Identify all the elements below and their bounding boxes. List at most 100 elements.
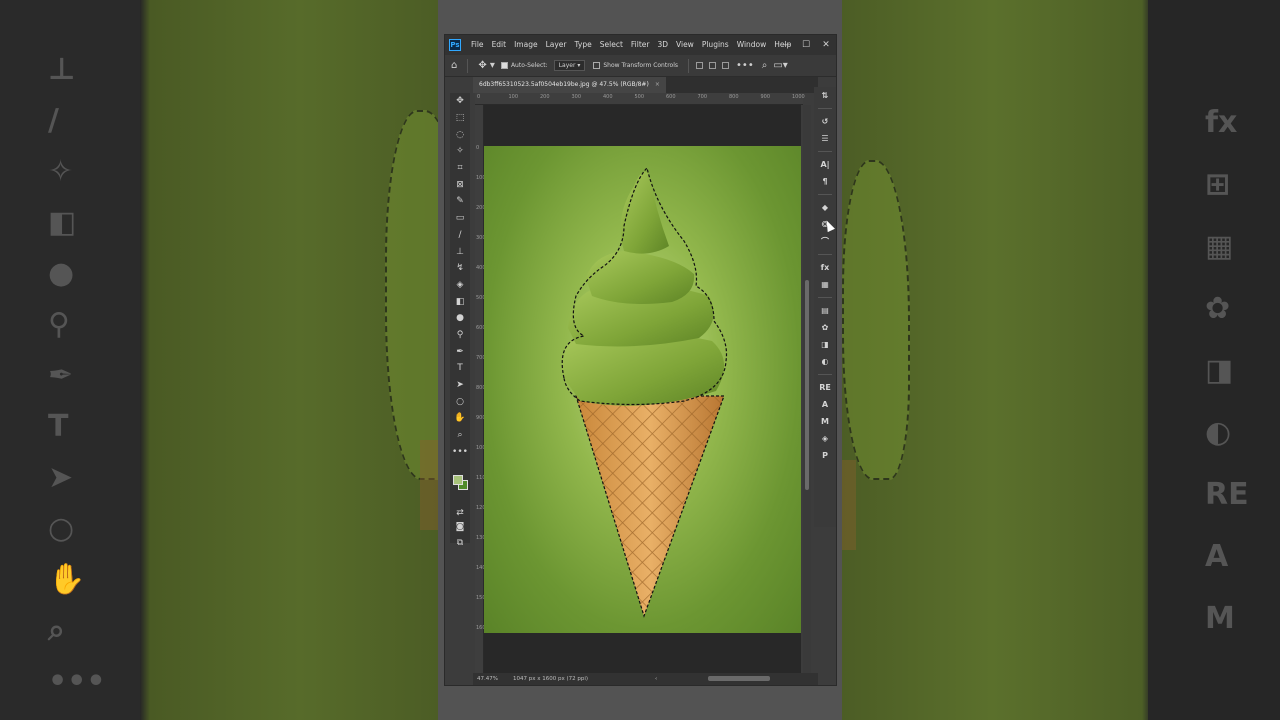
backdrop-cone-left [420,440,438,530]
path-selection-tool-icon[interactable]: ➤ [450,377,470,394]
ice-cream-illustration [561,166,728,618]
status-menu-arrow-icon[interactable]: ‹ [655,676,657,682]
auto-select-checkbox[interactable]: Auto-Select: [500,62,548,69]
home-icon[interactable]: ⌂ [451,60,457,71]
a-plugin-icon[interactable]: A [814,396,836,413]
align-center-icon[interactable] [709,62,717,69]
show-transform-controls-checkbox[interactable]: Show Transform Controls [593,62,678,69]
menu-file[interactable]: File [467,35,488,55]
show-transform-label: Show Transform Controls [603,62,679,69]
brush-tool-icon[interactable]: ∕ [450,227,470,244]
backdrop-icon: ◨ [1205,353,1234,388]
healing-brush-tool-icon[interactable]: ▭ [450,210,470,227]
backdrop-icon: A [1205,539,1229,574]
re-plugin-icon[interactable]: RE [814,379,836,396]
blur-tool-icon[interactable]: ● [450,310,470,327]
zoom-tool-icon[interactable]: ⌕ [450,427,470,444]
backdrop-icon: ◧ [48,205,77,240]
zoom-level[interactable]: 47.47% [473,676,513,682]
move-tool-icon[interactable]: ✥ [450,93,470,110]
options-divider [688,58,690,73]
menu-3d[interactable]: 3D [653,35,672,55]
adjustments-panel-icon[interactable]: ☰ [814,130,836,147]
backdrop-icon: RE [1205,477,1249,512]
backdrop-icecream-right [842,160,910,480]
color-panel-icon[interactable]: ✿ [814,319,836,336]
move-tool-preset-icon[interactable]: ✥ ▾ [478,60,495,71]
type-tool-icon[interactable]: T [450,360,470,377]
menu-view[interactable]: View [672,35,698,55]
more-tools-icon[interactable]: ••• [450,443,470,460]
ellipse-tool-icon[interactable]: ○ [450,393,470,410]
canvas-area[interactable] [484,105,801,673]
show-transform-check-icon [593,62,601,69]
maximize-button[interactable]: ☐ [796,35,816,55]
ruler-tick-label: 200 [540,94,550,100]
close-tab-icon[interactable]: × [655,81,660,88]
clone-stamp-tool-icon[interactable]: ⊥ [450,243,470,260]
lasso-tool-icon[interactable]: ◌ [450,126,470,143]
horizontal-scroll-thumb[interactable] [708,676,770,681]
crop-tool-icon[interactable]: ⌗ [450,160,470,177]
menu-image[interactable]: Image [510,35,542,55]
m-plugin-icon[interactable]: M [814,413,836,430]
layers-stack-panel-icon[interactable]: ◈ [814,430,836,447]
marquee-tool-icon[interactable]: ⬚ [450,110,470,127]
backdrop-icon: ✧ [48,154,74,189]
hand-tool-icon[interactable]: ✋ [450,410,470,427]
swatches-panel-icon[interactable]: ▦ [814,276,836,293]
patterns-panel-icon[interactable]: ◐ [814,353,836,370]
close-button[interactable]: ✕ [816,35,836,55]
ruler-tick-label: 600 [666,94,676,100]
document-tab-title: 6db3ff65310523.5af0504eb19be.jpg @ 47.5%… [479,81,649,88]
align-right-icon[interactable] [722,62,730,69]
eyedropper-tool-icon[interactable]: ✎ [450,193,470,210]
foreground-color-swatch[interactable] [453,475,463,485]
magic-wand-tool-icon[interactable]: ✧ [450,143,470,160]
character-panel-icon[interactable]: A| [814,156,836,173]
gradients-panel-icon[interactable]: ◨ [814,336,836,353]
more-options-icon[interactable]: ••• [736,60,754,71]
backdrop-icon: ● [48,256,75,291]
menu-window[interactable]: Window [733,35,771,55]
menu-layer[interactable]: Layer [542,35,571,55]
history-brush-tool-icon[interactable]: ↯ [450,260,470,277]
dodge-tool-icon[interactable]: ⚲ [450,327,470,344]
history-panel-icon[interactable]: ↺ [814,113,836,130]
paragraph-panel-icon[interactable]: ¶ [814,173,836,190]
document-tab[interactable]: 6db3ff65310523.5af0504eb19be.jpg @ 47.5%… [473,77,666,93]
horizontal-ruler: 0 100 200 300 400 500 600 700 800 900 1000 [475,93,805,105]
workspace-icon[interactable]: ▭▾ [773,60,787,71]
menu-edit[interactable]: Edit [488,35,511,55]
eraser-tool-icon[interactable]: ◈ [450,277,470,294]
panel-divider [818,194,832,195]
options-divider [467,58,469,73]
styles-panel-icon[interactable]: fx [814,259,836,276]
backdrop-icon: fx [1205,105,1238,140]
menu-filter[interactable]: Filter [627,35,654,55]
layers-panel-icon[interactable]: ◆ [814,199,836,216]
libraries-panel-icon[interactable]: ▤ [814,302,836,319]
menu-select[interactable]: Select [596,35,627,55]
document-dimensions[interactable]: 1047 px x 1600 px (72 ppi) [513,676,653,682]
minimize-button[interactable]: — [776,35,796,55]
gradient-tool-icon[interactable]: ◧ [450,293,470,310]
search-icon[interactable]: ⌕ [762,60,768,71]
paths-panel-icon[interactable]: ⌒ [814,233,836,250]
align-left-icon[interactable] [696,62,704,69]
auto-select-label: Auto-Select: [510,62,548,69]
backdrop-icon: ⊥ [48,52,76,87]
auto-select-target-dropdown[interactable]: Layer ▾ [553,60,586,71]
screen-mode-icon[interactable]: ⧉ [450,535,470,552]
menu-plugins[interactable]: Plugins [698,35,733,55]
vertical-scroll-thumb[interactable] [805,280,809,490]
properties-panel-icon[interactable]: ⇅ [814,87,836,104]
menu-type[interactable]: Type [571,35,596,55]
quick-mask-icon[interactable]: ◙ [450,519,470,536]
plugin-p-icon[interactable]: P [814,447,836,464]
panel-divider [818,297,832,298]
document-image[interactable] [484,146,801,633]
frame-tool-icon[interactable]: ⊠ [450,176,470,193]
pen-tool-icon[interactable]: ✒ [450,343,470,360]
vertical-scrollbar[interactable] [803,105,811,673]
